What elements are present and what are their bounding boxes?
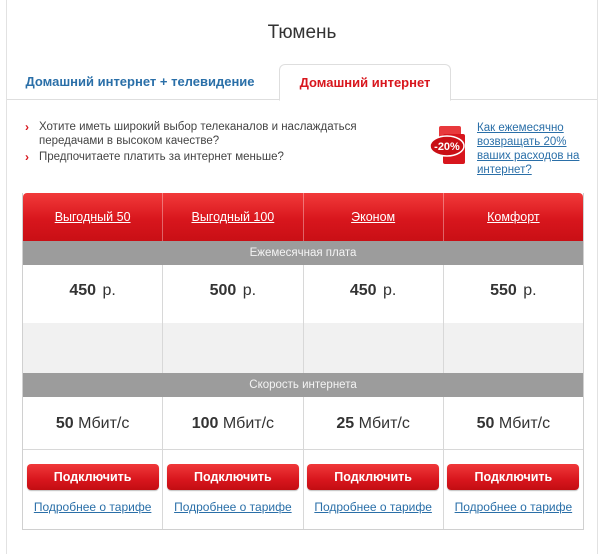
connect-button[interactable]: Подключить (447, 464, 580, 490)
speed-cell: 100 Мбит/с (162, 397, 302, 449)
connect-button[interactable]: Подключить (307, 464, 440, 490)
price-row: 450 р. 500 р. 450 р. 550 р. (23, 265, 583, 323)
city-title: Тюмень (267, 22, 337, 43)
cashback-link[interactable]: Как ежемесячно возвращать 20% ваших расх… (477, 121, 587, 177)
tab-internet-tv[interactable]: Домашний интернет + телевидение (15, 64, 265, 100)
section-monthly-fee: Ежемесячная плата (23, 241, 583, 265)
action-row: Подключить Подробнее о тарифе Подключить… (23, 449, 583, 529)
promo-bullet-text: Хотите иметь широкий выбор телеканалов и… (39, 121, 357, 147)
promo-bullet-text: Предпочитаете платить за интернет меньше… (39, 151, 284, 163)
promo-bullet: › Предпочитаете платить за интернет мень… (23, 150, 423, 164)
speed-row: 50 Мбит/с 100 Мбит/с 25 Мбит/с 50 Мбит/с (23, 397, 583, 449)
price-cell: 450 р. (302, 265, 443, 323)
plan-link-komfort[interactable]: Комфорт (442, 193, 583, 241)
speed-cell: 25 Мбит/с (302, 397, 443, 449)
tab-internet[interactable]: Домашний интернет (279, 64, 451, 101)
tariff-details-link[interactable]: Подробнее о тарифе (304, 500, 443, 514)
tariff-widget: Тюмень Домашний интернет + телевидение Д… (6, 0, 598, 554)
chevron-right-icon: › (25, 150, 29, 164)
tariff-table: Выгодный 50 Выгодный 100 Эконом Комфорт … (22, 193, 584, 530)
chevron-right-icon: › (25, 120, 29, 134)
discount-badge-icon: -20% (429, 126, 465, 164)
badge-label: -20% (434, 141, 460, 153)
price-cell: 450 р. (69, 282, 116, 299)
tariff-header-row: Выгодный 50 Выгодный 100 Эконом Комфорт (23, 193, 583, 241)
section-speed: Скорость интернета (23, 373, 583, 397)
tab-bar: Домашний интернет + телевидение Домашний… (7, 64, 597, 101)
plan-link-vygodny-50[interactable]: Выгодный 50 (23, 193, 162, 241)
tariff-details-link[interactable]: Подробнее о тарифе (444, 500, 583, 514)
price-cell: 550 р. (442, 265, 583, 323)
connect-button[interactable]: Подключить (26, 464, 159, 490)
tariff-details-link[interactable]: Подробнее о тарифе (23, 500, 162, 514)
speed-cell: 50 Мбит/с (442, 397, 583, 449)
speed-cell: 50 Мбит/с (55, 415, 130, 432)
plan-link-vygodny-100[interactable]: Выгодный 100 (162, 193, 302, 241)
spacer-row (23, 323, 583, 373)
plan-link-ekonom[interactable]: Эконом (302, 193, 443, 241)
price-cell: 500 р. (162, 265, 302, 323)
tariff-details-link[interactable]: Подробнее о тарифе (163, 500, 302, 514)
connect-button[interactable]: Подключить (166, 464, 299, 490)
promo-bullet: › Хотите иметь широкий выбор телеканалов… (23, 120, 423, 148)
promo-bullets: › Хотите иметь широкий выбор телеканалов… (23, 120, 423, 166)
